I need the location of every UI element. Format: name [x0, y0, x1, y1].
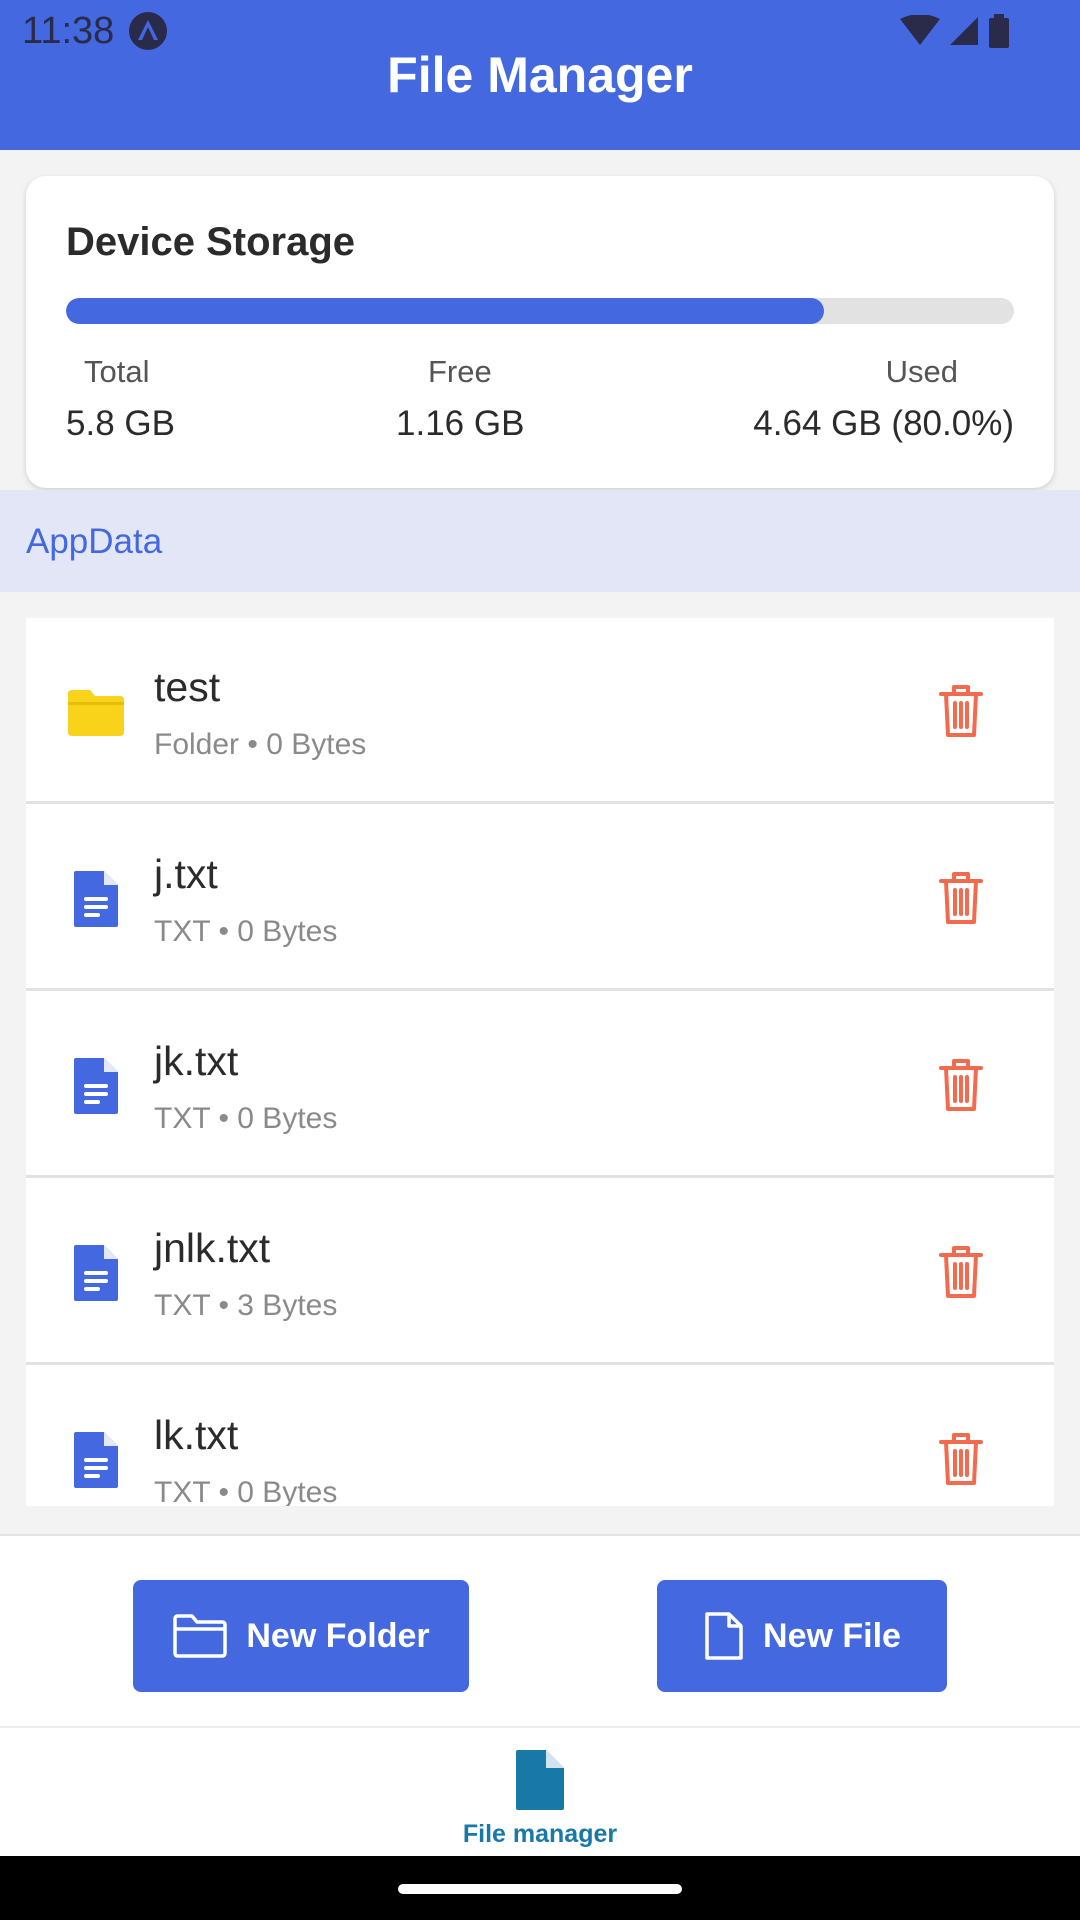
breadcrumb[interactable]: AppData	[0, 490, 1080, 592]
file-name: jnlk.txt	[154, 1225, 271, 1271]
delete-button[interactable]	[934, 680, 988, 742]
status-icons	[900, 14, 1010, 48]
delete-button[interactable]	[934, 1428, 988, 1490]
file-meta: Folder • 0 Bytes	[154, 728, 367, 761]
document-icon	[64, 867, 128, 931]
storage-title: Device Storage	[66, 220, 356, 264]
app-notification-icon	[129, 12, 167, 50]
battery-icon	[989, 14, 1009, 48]
storage-progress-fill	[66, 298, 825, 324]
delete-button[interactable]	[934, 1241, 988, 1303]
bottom-navigation: File manager	[0, 1726, 1080, 1856]
file-meta: TXT • 0 Bytes	[154, 1476, 338, 1506]
document-icon	[64, 1241, 128, 1305]
trash-icon	[939, 872, 983, 924]
folder-outline-icon	[173, 1614, 228, 1658]
action-bar: New Folder New File	[0, 1534, 1080, 1726]
app-header: 11:38 File Manager	[0, 0, 1080, 150]
trash-icon	[939, 1059, 983, 1111]
file-meta: TXT • 3 Bytes	[154, 1289, 338, 1322]
total-label: Total	[84, 354, 150, 389]
file-name: test	[154, 664, 221, 710]
trash-icon	[939, 1433, 983, 1485]
file-meta: TXT • 0 Bytes	[154, 915, 338, 948]
used-value: 4.64 GB (80.0%)	[753, 404, 1014, 443]
tab-file-manager[interactable]: File manager	[440, 1728, 640, 1858]
trash-icon	[939, 1246, 983, 1298]
storage-progress-bar	[66, 298, 1014, 324]
wifi-icon	[900, 15, 940, 45]
used-label: Used	[885, 354, 958, 389]
document-icon	[64, 1428, 128, 1492]
delete-button[interactable]	[934, 1054, 988, 1116]
system-navigation-bar	[0, 1856, 1080, 1920]
file-meta: TXT • 0 Bytes	[154, 1102, 338, 1135]
trash-icon	[939, 685, 983, 737]
file-list[interactable]: test Folder • 0 Bytes j.txt TXT • 0 Byte…	[26, 618, 1054, 1506]
new-file-button[interactable]: New File	[657, 1580, 947, 1692]
file-manager-icon	[512, 1748, 568, 1812]
file-name: j.txt	[154, 851, 218, 897]
list-item-file[interactable]: jnlk.txt TXT • 3 Bytes	[26, 1179, 1054, 1365]
free-value: 1.16 GB	[396, 404, 525, 443]
page-title: File Manager	[387, 47, 693, 103]
new-folder-button[interactable]: New Folder	[133, 1580, 469, 1692]
new-file-label: New File	[763, 1616, 901, 1655]
signal-icon	[950, 17, 978, 45]
file-name: lk.txt	[154, 1412, 239, 1458]
document-icon	[64, 1054, 128, 1118]
list-item-file[interactable]: lk.txt TXT • 0 Bytes	[26, 1366, 1054, 1506]
tab-label: File manager	[462, 1820, 618, 1848]
file-name: jk.txt	[154, 1038, 239, 1084]
breadcrumb-current-folder[interactable]: AppData	[26, 522, 162, 562]
file-outline-icon	[705, 1612, 743, 1660]
home-gesture-handle[interactable]	[398, 1884, 682, 1894]
new-folder-label: New Folder	[246, 1616, 430, 1655]
list-item-folder[interactable]: test Folder • 0 Bytes	[26, 618, 1054, 804]
device-storage-card: Device Storage Total 5.8 GB Free 1.16 GB…	[26, 176, 1054, 488]
list-item-file[interactable]: j.txt TXT • 0 Bytes	[26, 805, 1054, 991]
delete-button[interactable]	[934, 867, 988, 929]
list-item-file[interactable]: jk.txt TXT • 0 Bytes	[26, 992, 1054, 1178]
total-value: 5.8 GB	[66, 404, 175, 443]
folder-icon	[64, 680, 128, 744]
free-label: Free	[428, 354, 492, 389]
